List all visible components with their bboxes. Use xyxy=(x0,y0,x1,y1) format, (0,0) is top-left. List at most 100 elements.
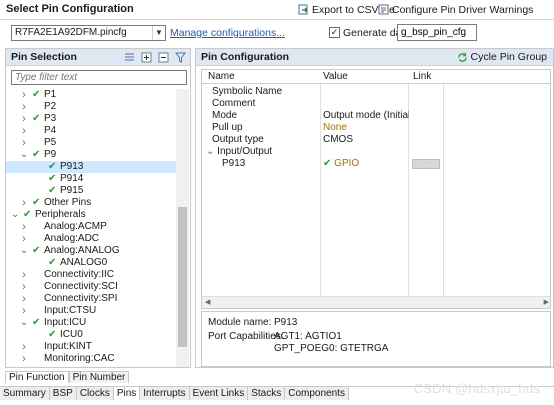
pin-tree-item[interactable]: › Input:CTSU xyxy=(20,305,96,317)
pin-selection-title: Pin Selection xyxy=(11,51,77,63)
editor-header: Select Pin Configuration Export to CSV f… xyxy=(0,0,554,20)
chevron-right-icon[interactable]: › xyxy=(20,353,28,365)
scroll-right-icon[interactable]: ▶ xyxy=(544,298,549,306)
filter-icon[interactable] xyxy=(175,52,186,63)
scroll-left-icon[interactable]: ◀ xyxy=(205,298,210,306)
property-value-cell[interactable]: Output mode (Initial L... xyxy=(323,110,409,122)
column-header-name[interactable]: Name xyxy=(208,71,235,82)
chevron-down-icon[interactable]: ⌄ xyxy=(20,246,28,256)
pin-tree-item[interactable]: ✔ P913 xyxy=(6,161,176,173)
chevron-down-icon[interactable]: ⌄ xyxy=(206,146,217,157)
generate-data-checkbox[interactable]: ✓ xyxy=(329,27,340,38)
generate-data-input[interactable] xyxy=(397,24,477,41)
expand-all-icon[interactable] xyxy=(141,52,152,63)
pin-tree-item[interactable]: › ✔ P3 xyxy=(20,113,56,125)
pin-tree-item[interactable]: › Connectivity:SPI xyxy=(20,293,117,305)
pin-tree-item-label: Analog:ACMP xyxy=(44,221,107,232)
chevron-right-icon[interactable]: › xyxy=(20,197,28,209)
tab-pins[interactable]: Pins xyxy=(113,387,141,400)
chevron-right-icon[interactable]: › xyxy=(20,113,28,125)
property-name: Input/Output xyxy=(217,146,273,157)
pin-tree-item[interactable]: ⌄ ✔ Peripherals xyxy=(11,209,86,221)
tab-event-links[interactable]: Event Links xyxy=(189,387,249,400)
cycle-pin-group-button[interactable]: Cycle Pin Group xyxy=(457,51,547,63)
pin-configuration-header: Pin Configuration Cycle Pin Group xyxy=(196,49,553,66)
pin-tree-item[interactable]: ⌄ ✔ P9 xyxy=(20,149,56,161)
property-value-cell[interactable]: None xyxy=(323,122,409,134)
manage-configurations-link[interactable]: Manage configurations... xyxy=(170,27,285,39)
collapse-all-icon[interactable] xyxy=(158,52,169,63)
table-row[interactable]: Symbolic Name xyxy=(202,86,550,98)
table-row[interactable]: Pull up None xyxy=(202,122,550,134)
chevron-down-icon[interactable]: ⌄ xyxy=(20,318,28,328)
pin-filter-input[interactable] xyxy=(11,70,187,85)
pin-tree-scrollbar[interactable] xyxy=(176,89,189,367)
pin-tree-item-label: P913 xyxy=(60,161,84,172)
table-row[interactable]: Output type CMOS xyxy=(202,134,550,146)
pin-tree-item-label: P2 xyxy=(44,101,57,112)
chevron-down-icon[interactable]: ⌄ xyxy=(20,150,28,160)
check-icon: ✔ xyxy=(23,209,32,220)
pin-tree-item[interactable]: › Monitoring:CAC xyxy=(20,353,114,365)
property-value-cell[interactable]: ✔ GPIO xyxy=(323,158,409,170)
tab-components[interactable]: Components xyxy=(285,387,349,400)
chevron-right-icon[interactable]: › xyxy=(20,137,28,149)
pin-tree-item[interactable]: ✔ P914 xyxy=(36,173,83,185)
pin-tree-item-label: Peripherals xyxy=(35,209,86,220)
tab-pin-number[interactable]: Pin Number xyxy=(68,371,130,383)
pin-tree-item[interactable]: › P4 xyxy=(20,125,56,137)
chevron-right-icon[interactable]: › xyxy=(20,221,28,233)
column-header-link[interactable]: Link xyxy=(413,71,431,82)
chevron-right-icon[interactable]: › xyxy=(20,305,28,317)
list-view-icon[interactable] xyxy=(124,52,135,63)
table-row[interactable]: Mode Output mode (Initial L... xyxy=(202,110,550,122)
pin-tree-item[interactable]: › Connectivity:IIC xyxy=(20,269,114,281)
pin-tree-item[interactable]: ✔ ICU0 xyxy=(36,329,83,341)
property-value-cell[interactable]: CMOS xyxy=(323,134,409,146)
pin-config-select[interactable]: R7FA2E1A92DFM.pincfg ▼ xyxy=(11,25,166,41)
chevron-right-icon[interactable]: › xyxy=(20,101,28,113)
pin-tree-item[interactable]: › Connectivity:SCI xyxy=(20,281,118,293)
pin-tree-item[interactable]: › P2 xyxy=(20,101,56,113)
check-icon: ✔ xyxy=(48,257,57,268)
table-row[interactable]: P913 ✔ GPIO... xyxy=(202,158,550,170)
pin-tree-item[interactable]: ⌄ ✔ Input:ICU xyxy=(20,317,86,329)
pin-tree-item[interactable]: › P5 xyxy=(20,137,56,149)
chevron-right-icon[interactable]: › xyxy=(20,293,28,305)
pin-tree-item[interactable]: › Analog:ADC xyxy=(20,233,99,245)
cycle-pin-group-label: Cycle Pin Group xyxy=(470,51,547,63)
configure-warnings-button[interactable]: Configure Pin Driver Warnings xyxy=(378,2,533,17)
pin-tree-item[interactable]: › Analog:ACMP xyxy=(20,221,107,233)
pin-tree-item[interactable]: ✔ ANALOG0 xyxy=(36,257,107,269)
table-row[interactable]: Comment xyxy=(202,98,550,110)
chevron-right-icon[interactable]: › xyxy=(20,281,28,293)
property-value: CMOS xyxy=(323,134,353,145)
chevron-right-icon[interactable]: › xyxy=(20,89,28,101)
property-value: None xyxy=(323,122,347,133)
tab-pin-function[interactable]: Pin Function xyxy=(5,371,69,383)
tab-bsp[interactable]: BSP xyxy=(49,387,77,400)
table-hscrollbar[interactable]: ◀ ▶ xyxy=(202,296,550,308)
pin-tree-item[interactable]: › Input:KINT xyxy=(20,341,92,353)
cycle-icon xyxy=(457,52,467,62)
chevron-down-icon[interactable]: ⌄ xyxy=(11,210,19,220)
pin-tree-item[interactable]: ✔ P915 xyxy=(36,185,83,197)
table-row[interactable]: ⌄ Input/Output xyxy=(202,146,550,158)
port-capabilities-label: Port Capabilities: xyxy=(208,331,284,342)
scrollbar-thumb[interactable] xyxy=(178,207,187,347)
tab-stacks[interactable]: Stacks xyxy=(248,387,286,400)
link-button[interactable]: ... xyxy=(412,159,440,169)
tab-summary[interactable]: Summary xyxy=(0,387,50,400)
chevron-down-icon[interactable]: ▼ xyxy=(152,26,165,40)
chevron-right-icon[interactable]: › xyxy=(20,341,28,353)
pin-tree-item[interactable]: › ✔ P1 xyxy=(20,89,56,101)
check-icon: ✔ xyxy=(32,245,41,256)
chevron-right-icon[interactable]: › xyxy=(20,269,28,281)
chevron-right-icon[interactable]: › xyxy=(20,233,28,245)
pin-tree-item[interactable]: › ✔ Other Pins xyxy=(20,197,91,209)
tab-clocks[interactable]: Clocks xyxy=(76,387,114,400)
tab-interrupts[interactable]: Interrupts xyxy=(140,387,190,400)
pin-tree-item[interactable]: ⌄ ✔ Analog:ANALOG xyxy=(20,245,120,257)
chevron-right-icon[interactable]: › xyxy=(20,125,28,137)
column-header-value[interactable]: Value xyxy=(323,71,348,82)
